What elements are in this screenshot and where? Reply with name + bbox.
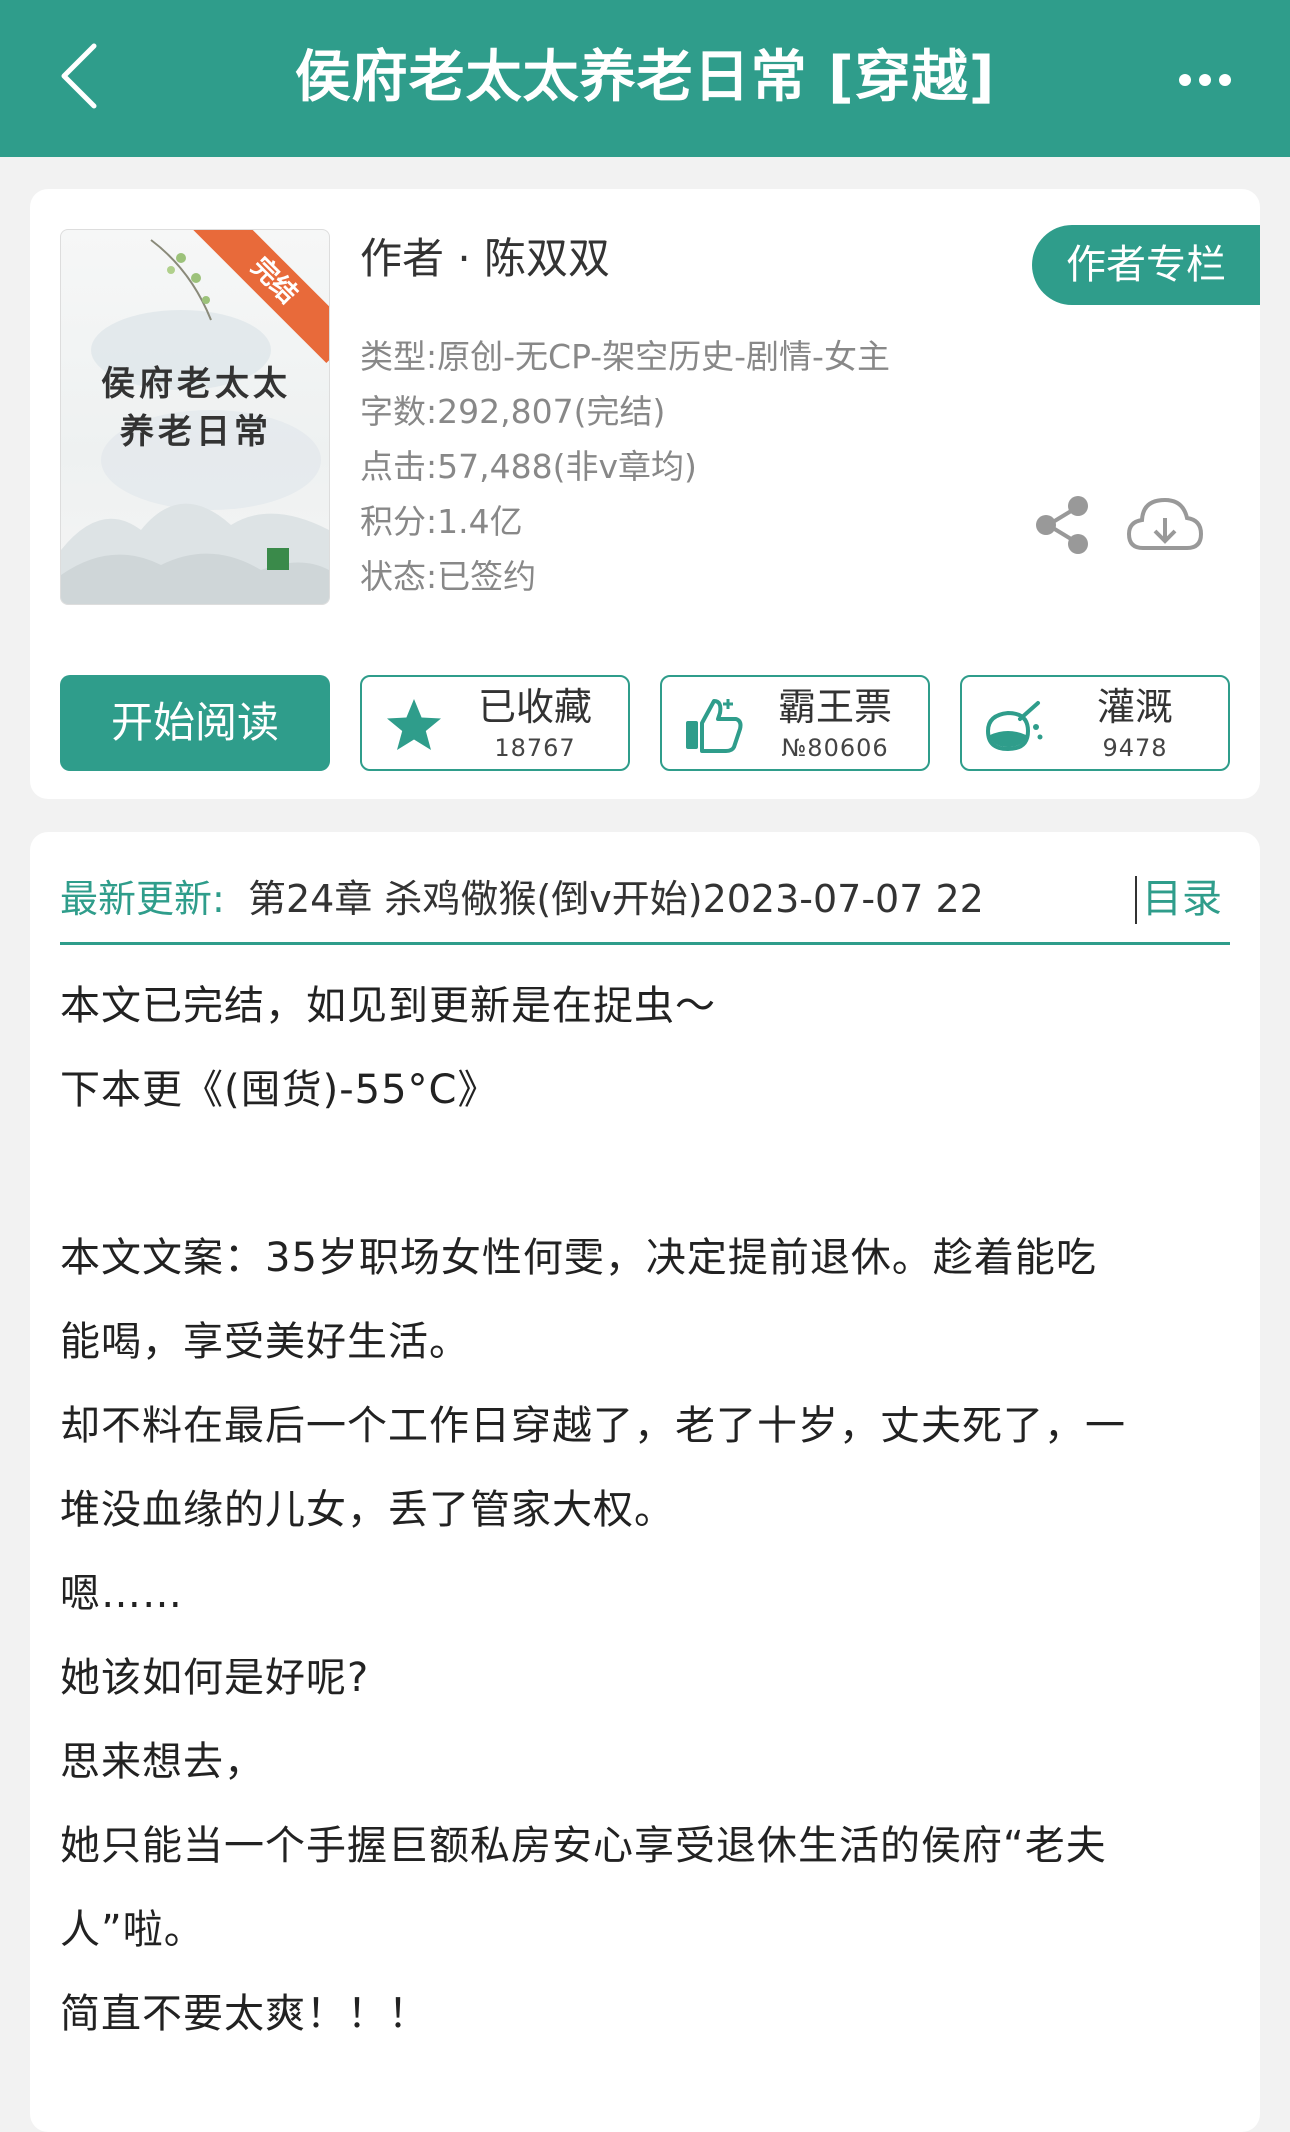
description-line: 本文已完结，如见到更新是在捉虫～ xyxy=(60,983,716,1029)
more-options-icon[interactable] xyxy=(1175,55,1235,105)
description-line: 她只能当一个手握巨额私房安心享受退休生活的侯府“老夫 xyxy=(60,1823,1107,1869)
book-cover[interactable]: 侯府老太太养老日常 完结 xyxy=(60,229,330,605)
collect-label: 已收藏 xyxy=(477,685,592,729)
cloud-download-icon[interactable] xyxy=(1125,492,1205,556)
action-buttons: 开始阅读 已收藏 18767 霸王票 №80606 灌溉 9478 xyxy=(60,675,1230,771)
table-of-contents-link[interactable]: 目录 xyxy=(1142,874,1222,924)
vote-button[interactable]: 霸王票 №80606 xyxy=(660,675,930,771)
cover-title: 侯府老太太养老日常 xyxy=(101,364,291,452)
thumbs-up-icon xyxy=(686,699,743,753)
water-label: 灌溉 xyxy=(1096,685,1173,729)
book-meta: 类型:原创-无CP-架空历史-剧情-女主 字数:292,807(完结) 点击:5… xyxy=(360,329,1010,604)
meta-clicks: 点击:57,488(非v章均) xyxy=(360,447,697,486)
top-bar: 侯府老太太养老日常 [穿越] xyxy=(0,0,1290,157)
author-name[interactable]: 作者 · 陈双双 xyxy=(360,229,610,289)
meta-status: 状态:已签约 xyxy=(360,557,537,596)
description-line: 人”啦。 xyxy=(60,1907,205,1953)
latest-chapter-link[interactable]: 第24章 杀鸡儆猴(倒v开始)2023-07-07 22 xyxy=(248,874,1113,924)
divider xyxy=(1135,876,1137,924)
book-description: 本文已完结，如见到更新是在捉虫～ 下本更《(囤货)-55°C》 本文文案：35岁… xyxy=(60,964,1230,2056)
description-line: 堆没血缘的儿女，丢了管家大权。 xyxy=(60,1487,675,1533)
description-line: 思来想去， xyxy=(60,1739,265,1785)
start-reading-button[interactable]: 开始阅读 xyxy=(60,675,330,771)
description-line: 简直不要太爽！！！ xyxy=(60,1991,429,2037)
author-column-button[interactable]: 作者专栏 xyxy=(1032,225,1260,305)
meta-word-count: 字数:292,807(完结) xyxy=(360,392,666,431)
vote-count: №80606 xyxy=(781,734,889,762)
description-line: 本文文案：35岁职场女性何雯，决定提前退休。趁着能吃 xyxy=(60,1235,1097,1281)
latest-update-label: 最新更新: xyxy=(60,877,225,921)
share-icon[interactable] xyxy=(1032,494,1092,556)
description-blank-line xyxy=(60,1132,1230,1216)
star-icon xyxy=(387,699,441,750)
page-title: 侯府老太太养老日常 [穿越] xyxy=(294,45,996,110)
collect-count: 18767 xyxy=(494,734,576,762)
water-count: 9478 xyxy=(1102,734,1168,762)
meta-genre: 类型:原创-无CP-架空历史-剧情-女主 xyxy=(360,337,890,376)
watering-can-icon xyxy=(985,701,1043,752)
description-line: 却不料在最后一个工作日穿越了，老了十岁，丈夫死了，一 xyxy=(60,1403,1126,1449)
description-line: 下本更《(囤货)-55°C》 xyxy=(60,1067,499,1113)
description-line: 她该如何是好呢? xyxy=(60,1655,370,1701)
description-card: 最新更新: 第24章 杀鸡儆猴(倒v开始)2023-07-07 22 目录 本文… xyxy=(30,832,1260,2132)
latest-update-bar[interactable]: 最新更新: 第24章 杀鸡儆猴(倒v开始)2023-07-07 22 目录 xyxy=(60,862,1230,945)
description-line: 嗯…… xyxy=(60,1571,183,1617)
vote-label: 霸王票 xyxy=(777,685,892,729)
book-info-card: 侯府老太太养老日常 完结 作者 · 陈双双 作者专栏 类型:原创-无CP-架空历… xyxy=(30,189,1260,799)
meta-points: 积分:1.4亿 xyxy=(360,502,523,541)
collect-button[interactable]: 已收藏 18767 xyxy=(360,675,630,771)
water-button[interactable]: 灌溉 9478 xyxy=(960,675,1230,771)
description-line: 能喝，享受美好生活。 xyxy=(60,1319,470,1365)
